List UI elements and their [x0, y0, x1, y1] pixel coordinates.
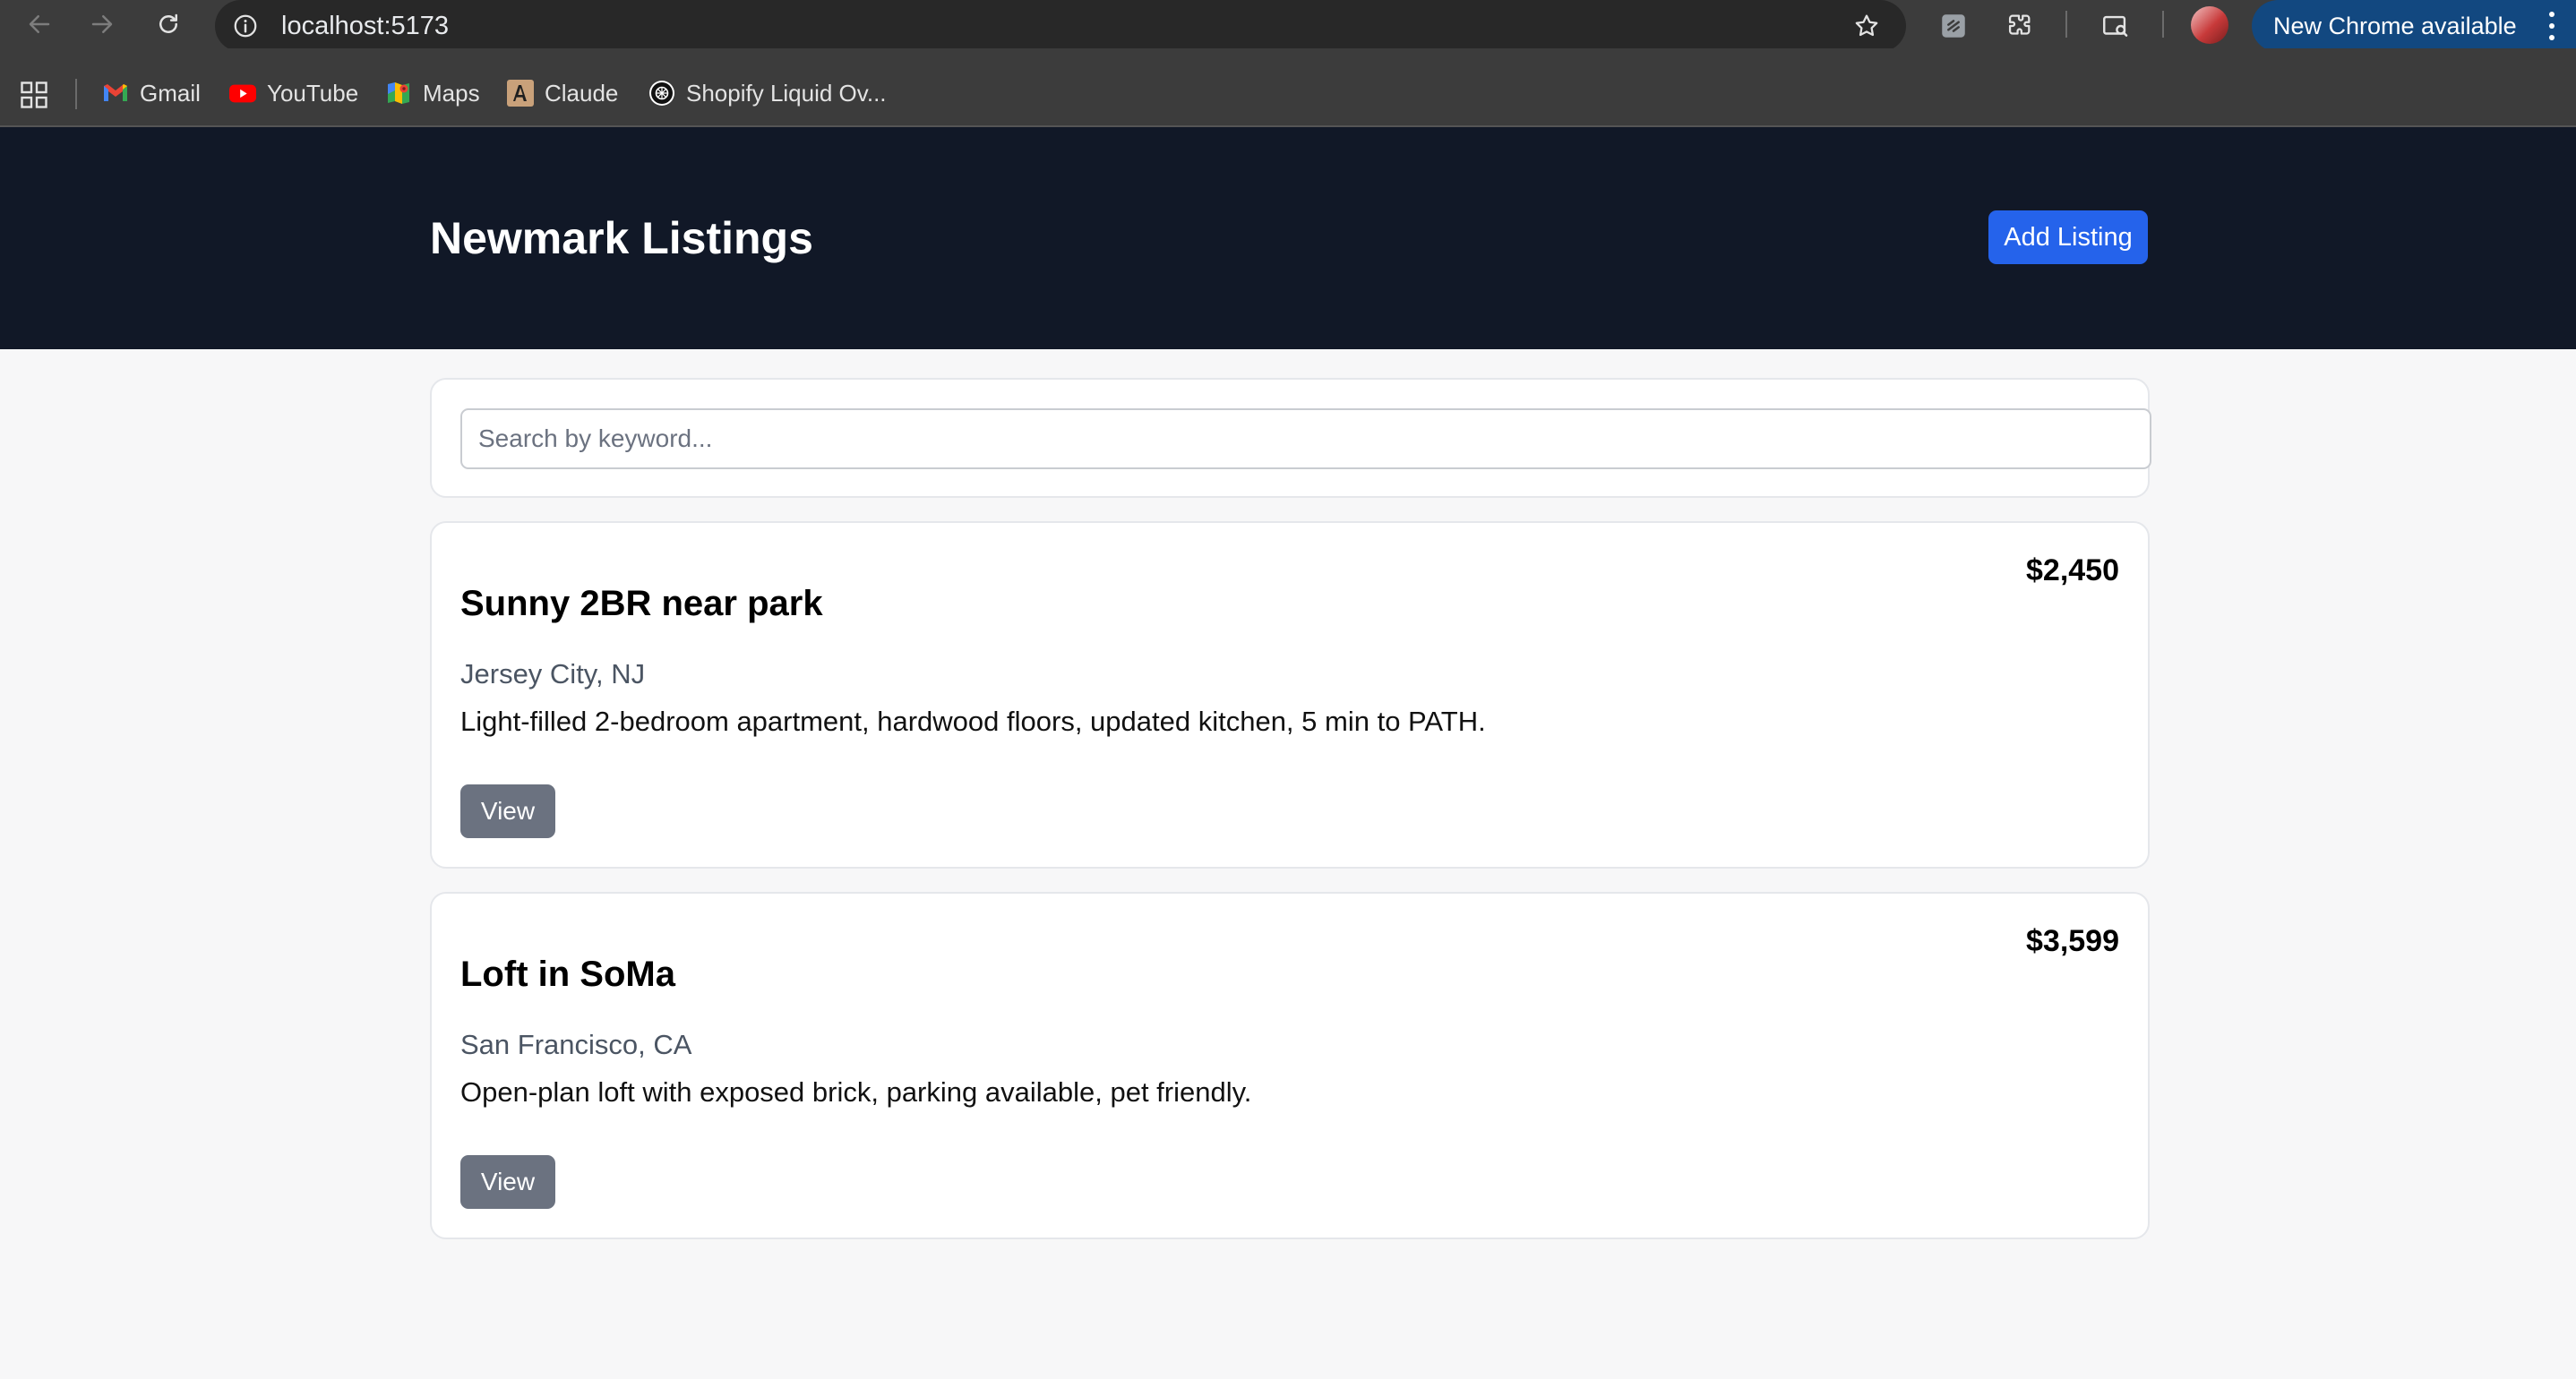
search-input[interactable] [460, 408, 2151, 469]
bookmark-label: Gmail [140, 80, 201, 107]
site-header: Newmark Listings Add Listing [0, 127, 2576, 349]
listing-location: Jersey City, NJ [460, 658, 646, 690]
listing-title: Loft in SoMa [460, 955, 675, 994]
address-url[interactable]: localhost:5173 [281, 10, 449, 42]
maps-icon [385, 80, 412, 107]
bookmark-shopify[interactable]: Shopify Liquid Ov... [648, 75, 887, 111]
listing-price: $3,599 [2026, 924, 2119, 958]
chrome-update-button[interactable]: New Chrome available [2252, 0, 2576, 52]
bookmark-gmail[interactable]: Gmail [102, 75, 201, 111]
add-listing-button[interactable]: Add Listing [1988, 210, 2148, 264]
bookmark-label: Maps [423, 80, 480, 107]
listing-description: Light-filled 2-bedroom apartment, hardwo… [460, 706, 1486, 737]
bookmark-star-icon[interactable] [1850, 10, 1883, 42]
toolbar-divider [2162, 11, 2164, 38]
youtube-icon [229, 80, 256, 107]
page-title: Newmark Listings [430, 213, 813, 263]
extensions-puzzle-icon[interactable] [1999, 6, 2039, 46]
toolbar-divider [2065, 11, 2067, 38]
address-bar[interactable]: localhost:5173 [215, 0, 1906, 52]
bookmark-label: YouTube [267, 80, 359, 107]
browser-toolbar: localhost:5173 New Chrome available [0, 0, 2576, 52]
more-menu-icon[interactable] [2544, 9, 2560, 43]
shopify-icon [648, 80, 675, 107]
listing-card: Sunny 2BR near park $2,450 Jersey City, … [430, 521, 2150, 869]
gmail-icon [102, 80, 129, 107]
listing-description: Open-plan loft with exposed brick, parki… [460, 1076, 1252, 1108]
reload-icon[interactable] [149, 4, 188, 44]
site-info-icon[interactable] [229, 10, 262, 42]
bookmarks-divider [75, 79, 77, 109]
bookmark-label: Shopify Liquid Ov... [686, 80, 887, 107]
back-icon[interactable] [20, 4, 59, 44]
view-button[interactable]: View [460, 1155, 555, 1209]
listing-location: San Francisco, CA [460, 1029, 692, 1060]
claude-icon [507, 80, 534, 107]
apps-grid-icon[interactable] [18, 79, 50, 111]
bookmark-claude[interactable]: Claude [507, 75, 618, 111]
bookmark-maps[interactable]: Maps [385, 75, 480, 111]
tab-search-icon[interactable] [2096, 6, 2135, 46]
forward-icon[interactable] [82, 4, 122, 44]
bookmark-label: Claude [545, 80, 619, 107]
view-button[interactable]: View [460, 784, 555, 838]
listing-price: $2,450 [2026, 553, 2119, 587]
bookmarks-bar: Gmail YouTube Maps Claude Shopify Liquid… [0, 48, 2576, 127]
extension-stack-icon[interactable] [1934, 6, 1973, 46]
profile-avatar[interactable] [2191, 6, 2228, 44]
listing-title: Sunny 2BR near park [460, 584, 823, 623]
search-card [430, 378, 2151, 498]
listing-card: Loft in SoMa $3,599 San Francisco, CA Op… [430, 892, 2150, 1239]
bookmark-youtube[interactable]: YouTube [229, 75, 358, 111]
chrome-update-label: New Chrome available [2273, 13, 2517, 39]
